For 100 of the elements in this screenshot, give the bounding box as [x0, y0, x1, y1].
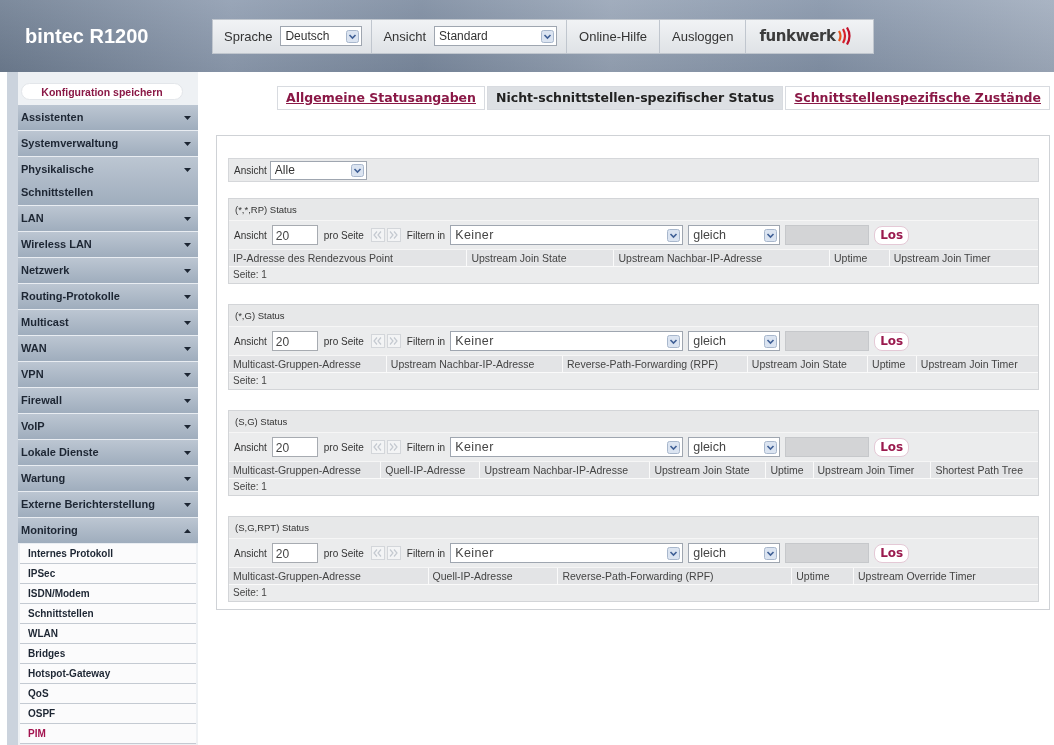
- view-label: Ansicht: [234, 441, 267, 453]
- toolbar-select[interactable]: Standard: [434, 26, 558, 46]
- sidebar-menu-item[interactable]: Lokale Dienste: [18, 440, 198, 466]
- filter-value-input[interactable]: [785, 331, 870, 351]
- filter-value-input[interactable]: [785, 437, 870, 457]
- tab[interactable]: Nicht-schnittstellen-spezifischer Status: [487, 86, 784, 110]
- go-button[interactable]: Los: [874, 225, 910, 245]
- column-header: Upstream Override Timer: [853, 568, 1038, 585]
- column-header: Upstream Nachbar-IP-Adresse: [614, 250, 830, 267]
- section-title: (*,G) Status: [229, 305, 1038, 327]
- column-header: Uptime: [867, 356, 917, 373]
- tab[interactable]: Schnittstellenspezifische Zustände: [785, 86, 1050, 110]
- column-header: Upstream Join State: [649, 462, 766, 479]
- column-header: Uptime: [765, 462, 813, 479]
- next-page-button[interactable]: [386, 440, 401, 454]
- sidebar-menu-item[interactable]: Externe Berichterstellung: [18, 492, 198, 518]
- double-chevron-left-icon: [373, 231, 383, 239]
- view-select[interactable]: Alle: [269, 160, 367, 180]
- signal-waves-icon: [836, 27, 851, 45]
- filter-label: Filtern in: [406, 335, 446, 347]
- column-header: Upstream Join Timer: [813, 462, 931, 479]
- previous-page-button[interactable]: [370, 546, 385, 560]
- next-page-button[interactable]: [386, 546, 401, 560]
- double-chevron-left-icon: [373, 337, 383, 345]
- previous-page-button[interactable]: [370, 334, 385, 348]
- sidebar-submenu-item[interactable]: Hotspot-Gateway: [20, 664, 196, 684]
- sidebar-menu-item[interactable]: Multicast: [18, 310, 198, 336]
- tab[interactable]: Allgemeine Statusangaben: [277, 86, 485, 110]
- previous-page-button[interactable]: [370, 440, 385, 454]
- previous-page-button[interactable]: [370, 228, 385, 242]
- per-page-input[interactable]: 20: [271, 543, 318, 563]
- column-header: Shortest Path Tree: [930, 462, 1038, 479]
- double-chevron-left-icon: [373, 443, 383, 451]
- sidebar-menu-item[interactable]: VoIP: [18, 414, 198, 440]
- column-header: Reverse-Path-Forwarding (RPF): [562, 356, 748, 373]
- filter-field-select[interactable]: Keiner: [450, 225, 684, 245]
- filter-field-select[interactable]: Keiner: [450, 331, 684, 351]
- section-title: (S,G) Status: [229, 411, 1038, 433]
- sidebar-menu-item[interactable]: Wireless LAN: [18, 232, 198, 258]
- per-page-input[interactable]: 20: [271, 331, 318, 351]
- filter-value-input[interactable]: [785, 543, 870, 563]
- sidebar-submenu-item[interactable]: PIM: [20, 724, 196, 744]
- sidebar-menu-item[interactable]: Assistenten: [18, 105, 198, 131]
- sidebar-menu-item[interactable]: Netzwerk: [18, 258, 198, 284]
- column-header: Upstream Join Timer: [916, 356, 1038, 373]
- column-header: Quell-IP-Adresse: [380, 462, 480, 479]
- go-button[interactable]: Los: [874, 543, 910, 563]
- column-header: Multicast-Gruppen-Adresse: [229, 568, 429, 585]
- toolbar-select[interactable]: Deutsch: [280, 26, 363, 46]
- sidebar-submenu-item[interactable]: Schnittstellen: [20, 604, 196, 624]
- page-indicator: Seite: 1: [232, 480, 268, 494]
- column-header: Multicast-Gruppen-Adresse: [229, 462, 381, 479]
- double-chevron-right-icon: [389, 337, 399, 345]
- logo: funkwerk: [759, 27, 836, 45]
- view-label: Ansicht: [234, 164, 267, 176]
- sidebar-menu-item[interactable]: LAN: [18, 206, 198, 232]
- view-label: Ansicht: [234, 335, 267, 347]
- next-page-button[interactable]: [386, 228, 401, 242]
- sidebar-menu-item[interactable]: VPN: [18, 362, 198, 388]
- column-header: IP-Adresse des Rendezvous Point: [229, 250, 467, 267]
- column-header: Upstream Join Timer: [889, 250, 1038, 267]
- next-page-button[interactable]: [386, 334, 401, 348]
- double-chevron-right-icon: [389, 231, 399, 239]
- sidebar-menu-item[interactable]: WAN: [18, 336, 198, 362]
- filter-operator-select[interactable]: gleich: [688, 543, 781, 563]
- filter-label: Filtern in: [406, 229, 446, 241]
- sidebar-menu-item[interactable]: Monitoring: [18, 518, 198, 544]
- go-button[interactable]: Los: [874, 437, 910, 457]
- per-page-input[interactable]: 20: [271, 225, 318, 245]
- page-indicator: Seite: 1: [232, 586, 268, 600]
- column-header: Reverse-Path-Forwarding (RPF): [557, 568, 792, 585]
- sidebar-submenu-item[interactable]: QoS: [20, 684, 196, 704]
- go-button[interactable]: Los: [874, 331, 910, 351]
- sidebar-menu-item[interactable]: Routing-Protokolle: [18, 284, 198, 310]
- filter-operator-select[interactable]: gleich: [688, 437, 781, 457]
- sidebar-menu-item[interactable]: Systemverwaltung: [18, 131, 198, 157]
- column-header: Multicast-Gruppen-Adresse: [229, 356, 387, 373]
- filter-value-input[interactable]: [785, 225, 870, 245]
- sidebar-submenu-item[interactable]: OSPF: [20, 704, 196, 724]
- filter-label: Filtern in: [406, 547, 446, 559]
- sidebar-menu-item[interactable]: Wartung: [18, 466, 198, 492]
- sidebar-submenu-item[interactable]: ISDN/Modem: [20, 584, 196, 604]
- column-header: Quell-IP-Adresse: [428, 568, 558, 585]
- filter-operator-select[interactable]: gleich: [688, 331, 781, 351]
- sidebar-submenu-item[interactable]: Internes Protokoll: [20, 544, 196, 564]
- sidebar-submenu-item[interactable]: WLAN: [20, 624, 196, 644]
- sidebar-submenu-item[interactable]: IPSec: [20, 564, 196, 584]
- sidebar-menu-item[interactable]: Firewall: [18, 388, 198, 414]
- save-config-button[interactable]: Konfiguration speichern: [21, 83, 183, 100]
- column-header: Upstream Nachbar-IP-Adresse: [386, 356, 563, 373]
- filter-operator-select[interactable]: gleich: [688, 225, 781, 245]
- toolbar-button[interactable]: Ausloggen: [660, 19, 747, 53]
- toolbar-button[interactable]: Online-Hilfe: [567, 19, 660, 53]
- filter-field-select[interactable]: Keiner: [450, 437, 684, 457]
- per-page-input[interactable]: 20: [271, 437, 318, 457]
- filter-field-select[interactable]: Keiner: [450, 543, 684, 563]
- column-header: Upstream Nachbar-IP-Adresse: [479, 462, 650, 479]
- sidebar-submenu-item[interactable]: Bridges: [20, 644, 196, 664]
- sidebar-menu-item[interactable]: Physikalische Schnittstellen: [18, 157, 198, 206]
- double-chevron-left-icon: [373, 549, 383, 557]
